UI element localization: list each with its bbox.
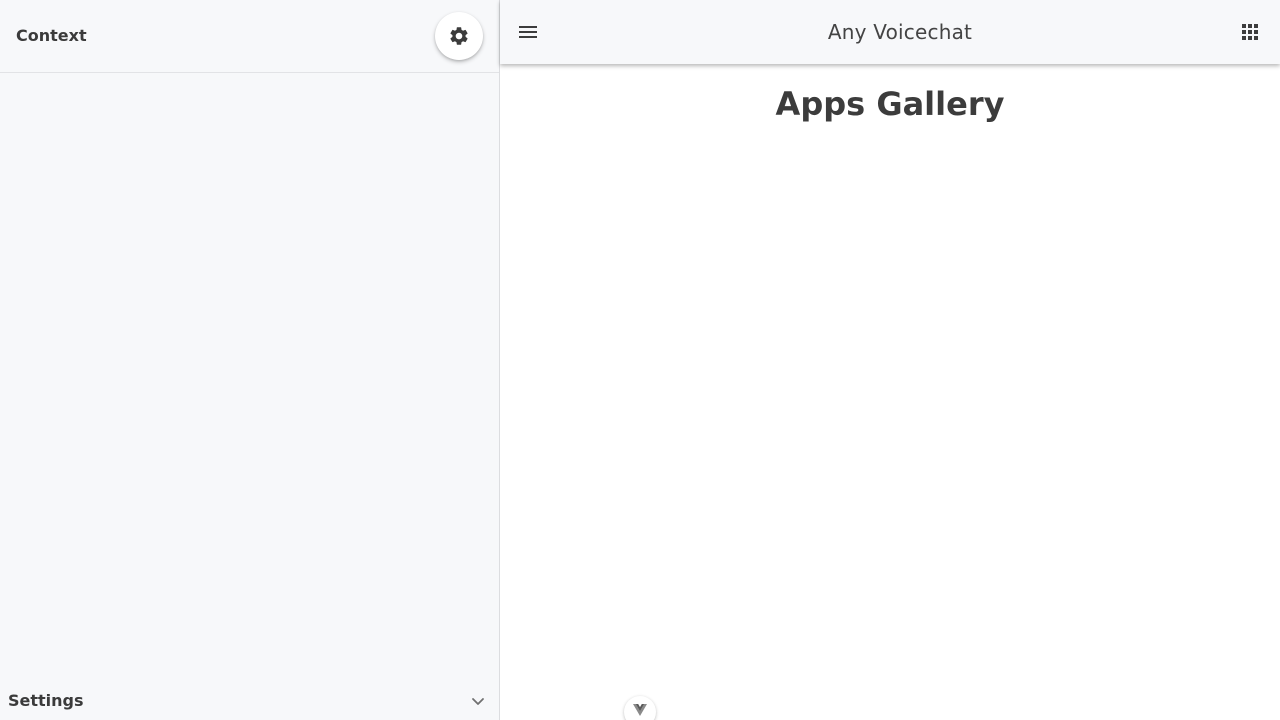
context-sidebar: Context Settings [0, 0, 500, 720]
vue-logo-icon [633, 704, 647, 716]
sidebar-title: Context [16, 26, 87, 45]
top-app-bar: Any Voicechat [500, 0, 1280, 64]
main-content: Apps Gallery [500, 64, 1280, 720]
settings-gear-button[interactable] [435, 12, 483, 60]
gear-icon [450, 27, 468, 45]
app-title: Any Voicechat [827, 20, 973, 44]
chevron-down-icon [472, 698, 484, 705]
app-root: Context Settings Any Voicechat Apps Gall… [0, 0, 1280, 720]
vue-devtools-button[interactable] [624, 696, 656, 720]
settings-expander[interactable]: Settings [0, 680, 499, 720]
page-title: Apps Gallery [775, 85, 1005, 123]
apps-grid-icon[interactable] [1240, 22, 1260, 42]
sidebar-header: Context [0, 0, 499, 73]
settings-label: Settings [8, 691, 84, 710]
